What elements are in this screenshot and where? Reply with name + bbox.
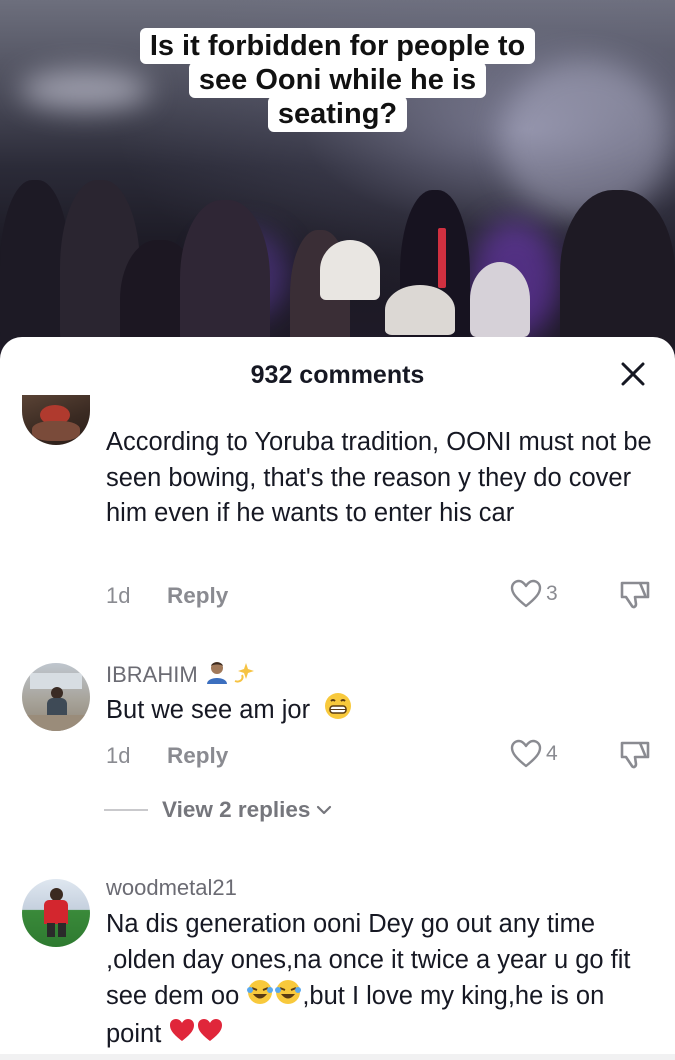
comment-text: But we see am jor <box>106 691 656 732</box>
man-technologist-emoji <box>204 659 230 691</box>
rolling-laughing-emoji <box>274 978 302 1017</box>
thumbs-down-icon <box>620 581 650 609</box>
comment-time: 1d <box>106 583 131 608</box>
thumbs-down-icon <box>620 741 650 769</box>
like-count: 4 <box>546 742 558 765</box>
rolling-laughing-emoji <box>246 978 274 1017</box>
white-cap <box>470 262 530 337</box>
like-count: 3 <box>546 582 558 605</box>
avatar[interactable] <box>22 663 90 731</box>
red-heart-emoji <box>168 1017 196 1054</box>
grinning-face-emoji <box>323 691 353 732</box>
comment-username: IBRAHIM <box>106 659 258 691</box>
chevron-down-icon <box>317 805 332 815</box>
red-tie <box>438 228 446 288</box>
comment-meta: 1d Reply 4 <box>106 739 666 777</box>
divider-line <box>104 809 148 811</box>
video-player[interactable]: Is it forbidden for people to see Ooni w… <box>0 0 675 370</box>
reply-button[interactable]: Reply <box>167 743 228 769</box>
white-cap <box>385 285 455 335</box>
comment-text: According to Yoruba tradition, OONI must… <box>106 428 652 527</box>
like-button[interactable]: 3 <box>510 579 558 609</box>
heart-icon <box>510 739 542 768</box>
heart-icon <box>510 579 542 608</box>
username-text: IBRAHIM <box>106 662 198 687</box>
comment-text-content: But we see am jor <box>106 695 311 724</box>
view-replies-label: View 2 replies <box>162 797 311 822</box>
sheet-header: 932 comments <box>0 337 675 417</box>
like-button[interactable]: 4 <box>510 739 558 769</box>
white-cap <box>320 240 380 300</box>
red-heart-emoji <box>196 1017 224 1054</box>
dislike-button[interactable] <box>618 579 652 616</box>
dislike-button[interactable] <box>618 739 652 776</box>
caption-line: Is it forbidden for people to <box>139 28 536 64</box>
comment-count: 932 comments <box>250 361 425 389</box>
comment-text: Na dis generation ooni Dey go out any ti… <box>106 907 656 1053</box>
comment-time: 1d <box>106 743 131 768</box>
dizzy-emoji <box>232 659 258 691</box>
bottom-divider <box>0 1054 675 1060</box>
view-replies-button[interactable]: View 2 replies <box>104 797 333 823</box>
caption-line: seating? <box>267 96 408 132</box>
reply-button[interactable]: Reply <box>167 583 228 609</box>
username-text: woodmetal21 <box>106 875 237 900</box>
avatar[interactable] <box>22 879 90 947</box>
video-caption: Is it forbidden for people to see Ooni w… <box>0 28 675 132</box>
close-icon <box>621 362 645 386</box>
avatar[interactable] <box>22 395 90 445</box>
caption-line: see Ooni while he is <box>188 62 487 98</box>
comment-meta: 1d Reply 3 <box>106 579 666 617</box>
close-button[interactable] <box>616 357 650 391</box>
comments-sheet: 932 comments According to Yoruba traditi… <box>0 337 675 1060</box>
comment-username: woodmetal21 <box>106 875 237 901</box>
